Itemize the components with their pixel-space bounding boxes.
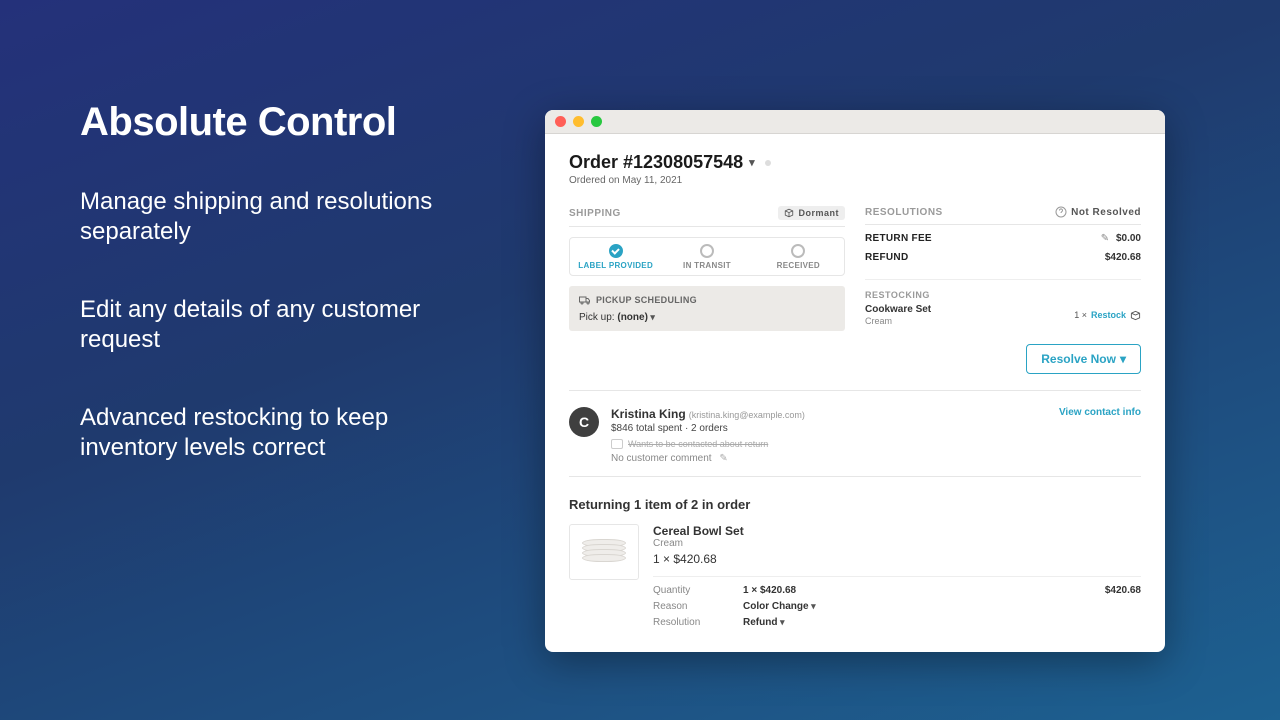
item-price-line: 1 × $420.68	[653, 552, 1141, 566]
customer-comment: No customer comment	[611, 453, 712, 464]
returning-header: Returning 1 item of 2 in order	[569, 497, 1141, 512]
resolution-label: Resolution	[653, 617, 743, 628]
shipping-panel: SHIPPING Dormant LABEL PROVIDED IN TRANS…	[569, 206, 845, 374]
chevron-down-icon: ▾	[1120, 352, 1126, 366]
item-name[interactable]: Cereal Bowl Set	[653, 524, 1141, 538]
check-icon	[609, 244, 623, 258]
pickup-header: PICKUP SCHEDULING	[596, 295, 697, 305]
order-title-dropdown[interactable]: Order #12308057548 ▾	[569, 152, 771, 173]
bowl-stack-icon	[582, 542, 626, 562]
reason-dropdown[interactable]: Color Change	[743, 601, 1105, 612]
step-label: LABEL PROVIDED	[578, 261, 653, 270]
step-label-provided[interactable]: LABEL PROVIDED	[570, 238, 661, 275]
edit-icon[interactable]: ✎	[719, 453, 727, 464]
qty-value: 1 × $420.68	[743, 585, 1105, 596]
restock-qty: 1 ×	[1074, 310, 1087, 320]
circle-icon	[700, 244, 714, 258]
return-item-row: Cereal Bowl Set Cream 1 × $420.68 Quanti…	[569, 524, 1141, 628]
close-icon[interactable]	[555, 116, 566, 127]
help-circle-icon	[1055, 206, 1067, 218]
qty-label: Quantity	[653, 585, 743, 596]
view-contact-link[interactable]: View contact info	[1059, 407, 1141, 418]
restock-action[interactable]: 1 × Restock	[1074, 310, 1141, 321]
refund-label: REFUND	[865, 252, 908, 263]
item-variant: Cream	[653, 538, 1141, 549]
box-icon	[784, 208, 794, 218]
pickup-scheduling-box: PICKUP SCHEDULING Pick up: (none)	[569, 286, 845, 331]
fullscreen-icon[interactable]	[591, 116, 602, 127]
shipping-steps: LABEL PROVIDED IN TRANSIT RECEIVED	[569, 237, 845, 276]
order-title: Order #12308057548	[569, 152, 743, 173]
avatar: C	[569, 407, 599, 437]
restock-item-variant: Cream	[865, 316, 931, 326]
customer-name[interactable]: Kristina King	[611, 407, 686, 421]
reason-label: Reason	[653, 601, 743, 612]
restocking-header: RESTOCKING	[865, 279, 1141, 300]
restock-link: Restock	[1091, 310, 1126, 320]
return-fee-value: $0.00	[1116, 233, 1141, 244]
pickup-dropdown[interactable]: Pick up: (none)	[579, 312, 835, 323]
marketing-bullet-1: Manage shipping and resolutions separate…	[80, 187, 460, 247]
marketing-bullet-3: Advanced restocking to keep inventory le…	[80, 403, 460, 463]
resolution-status-text: Not Resolved	[1071, 207, 1141, 218]
ordered-on: Ordered on May 11, 2021	[569, 175, 1141, 186]
truck-icon	[579, 294, 591, 306]
shipping-status-badge[interactable]: Dormant	[778, 206, 845, 220]
marketing-bullet-2: Edit any details of any customer request	[80, 295, 460, 355]
line-total: $420.68	[1105, 585, 1141, 596]
step-in-transit[interactable]: IN TRANSIT	[661, 238, 752, 275]
comment-icon	[611, 439, 623, 449]
return-fee-label: RETURN FEE	[865, 233, 932, 244]
customer-contact-flag[interactable]: Wants to be contacted about return	[611, 439, 1047, 449]
pickup-label: Pick up:	[579, 312, 615, 323]
app-window: Order #12308057548 ▾ Ordered on May 11, …	[545, 110, 1165, 652]
status-dot-icon	[765, 160, 771, 166]
resolution-status: Not Resolved	[1055, 206, 1141, 218]
shipping-header: SHIPPING	[569, 208, 621, 219]
resolutions-header: RESOLUTIONS	[865, 207, 943, 218]
resolve-now-label: Resolve Now	[1041, 352, 1116, 366]
refund-value: $420.68	[1105, 252, 1141, 263]
circle-icon	[791, 244, 805, 258]
customer-flag-text: Wants to be contacted about return	[628, 439, 768, 449]
step-received[interactable]: RECEIVED	[753, 238, 844, 275]
window-titlebar	[545, 110, 1165, 134]
shipping-status-text: Dormant	[798, 208, 839, 218]
resolutions-panel: RESOLUTIONS Not Resolved RETURN FEE ✎ $0…	[865, 206, 1141, 374]
resolve-now-button[interactable]: Resolve Now ▾	[1026, 344, 1141, 374]
pickup-value: (none)	[617, 312, 655, 323]
restock-item-name: Cookware Set	[865, 304, 931, 315]
customer-stats: $846 total spent · 2 orders	[611, 423, 1047, 434]
restock-icon	[1130, 310, 1141, 321]
customer-email: (kristina.king@example.com)	[689, 410, 805, 420]
step-label: IN TRANSIT	[683, 261, 731, 270]
marketing-title: Absolute Control	[80, 100, 460, 145]
minimize-icon[interactable]	[573, 116, 584, 127]
step-label: RECEIVED	[777, 261, 820, 270]
edit-icon[interactable]: ✎	[1101, 233, 1109, 244]
product-thumbnail[interactable]	[569, 524, 639, 580]
resolution-dropdown[interactable]: Refund	[743, 617, 1105, 628]
chevron-down-icon: ▾	[749, 156, 755, 169]
